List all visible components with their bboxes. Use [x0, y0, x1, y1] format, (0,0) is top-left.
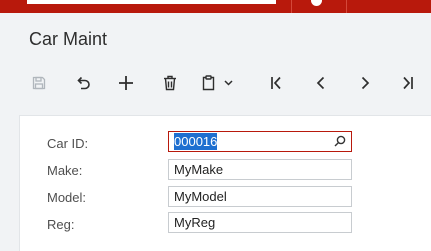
topbar-divider — [291, 0, 292, 13]
first-record-button[interactable] — [263, 68, 289, 98]
previous-record-button[interactable] — [307, 68, 333, 98]
search-icon[interactable] — [334, 135, 346, 147]
top-navigation-bar — [0, 0, 431, 13]
car-id-field[interactable]: 000016 — [168, 131, 352, 152]
reg-label: Reg: — [47, 217, 75, 232]
delete-button[interactable] — [157, 68, 183, 98]
plus-icon — [119, 76, 133, 90]
last-record-icon — [403, 76, 413, 90]
toolbar — [0, 68, 431, 98]
car-id-value: 000016 — [174, 133, 218, 150]
undo-icon — [77, 76, 90, 90]
car-id-label: Car ID: — [47, 136, 89, 151]
make-field[interactable]: MyMake — [168, 159, 352, 180]
last-record-button[interactable] — [395, 68, 421, 98]
topbar-divider — [346, 0, 347, 13]
model-label: Model: — [47, 190, 87, 205]
car-form-panel: Car ID: 000016 Make: MyMake Model: MyMod… — [19, 115, 431, 251]
clipboard-icon — [202, 75, 215, 91]
make-label: Make: — [47, 163, 83, 178]
next-record-button[interactable] — [352, 68, 378, 98]
save-icon — [32, 76, 46, 90]
chevron-right-icon — [361, 76, 369, 90]
trash-icon — [164, 75, 176, 91]
undo-button[interactable] — [70, 68, 96, 98]
first-record-icon — [271, 76, 281, 90]
copy-paste-dropdown[interactable] — [202, 68, 242, 98]
chevron-left-icon — [316, 76, 324, 90]
reg-field[interactable]: MyReg — [168, 212, 352, 233]
notification-icon[interactable] — [311, 0, 322, 6]
add-button[interactable] — [113, 68, 139, 98]
save-button[interactable] — [26, 68, 52, 98]
global-search-box[interactable] — [27, 0, 276, 4]
model-field[interactable]: MyModel — [168, 186, 352, 207]
page-title: Car Maint — [29, 29, 108, 49]
chevron-down-icon — [224, 80, 233, 86]
